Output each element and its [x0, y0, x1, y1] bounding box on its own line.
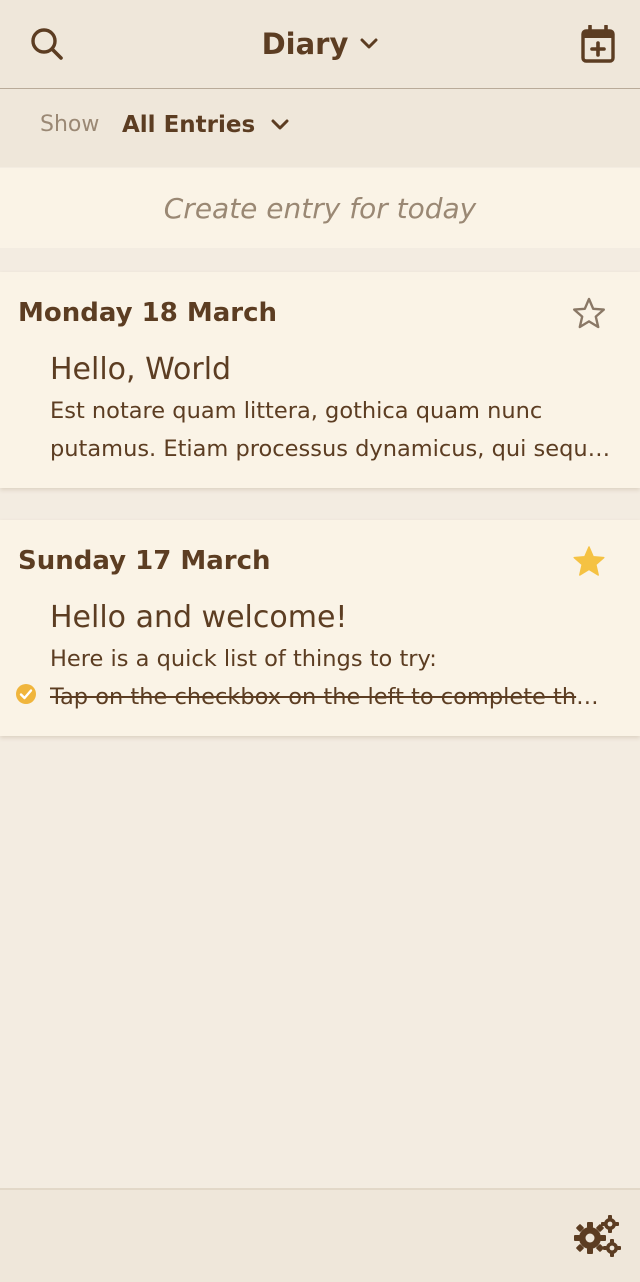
filter-value: All Entries — [122, 112, 256, 138]
star-filled-icon — [573, 546, 605, 576]
entry-text-line: putamus. Etiam processus dynamicus, qui … — [50, 436, 612, 462]
favorite-toggle[interactable] — [566, 540, 612, 582]
chevron-down-icon — [360, 38, 378, 50]
page-title: Diary — [261, 27, 349, 61]
entry-date: Sunday 17 March — [18, 546, 271, 576]
filter-bar: Show All Entries — [0, 89, 640, 167]
star-outline-icon — [573, 297, 605, 329]
calendar-add-icon — [581, 25, 615, 63]
entry-title: Hello and welcome! — [50, 600, 348, 635]
entry-text-line: Est notare quam littera, gothica quam nu… — [50, 398, 543, 424]
entry-title: Hello, World — [50, 352, 232, 387]
entries-filter-select[interactable]: All Entries — [122, 105, 289, 145]
search-icon — [31, 28, 63, 60]
bottom-bar — [0, 1188, 640, 1282]
chevron-down-icon — [271, 119, 289, 131]
create-entry-label: Create entry for today — [163, 191, 477, 225]
gears-icon — [574, 1215, 621, 1257]
entry-text-line: Here is a quick list of things to try: — [50, 646, 437, 672]
top-bar: Diary — [0, 0, 640, 89]
new-entry-date-button[interactable] — [570, 20, 626, 68]
settings-button[interactable] — [566, 1210, 626, 1260]
checklist-item-text: Tap on the checkbox on the left to compl… — [50, 684, 606, 710]
entry-date: Monday 18 March — [18, 298, 277, 328]
favorite-toggle[interactable] — [566, 292, 612, 334]
entry-card[interactable]: Sunday 17 March Hello and welcome! Here … — [0, 520, 640, 736]
filter-label: Show — [40, 112, 100, 137]
create-entry-button[interactable]: Create entry for today — [0, 168, 640, 248]
search-button[interactable] — [20, 20, 74, 68]
diary-selector[interactable]: Diary — [240, 20, 400, 68]
checkbox-checked-icon[interactable] — [15, 683, 37, 705]
entry-card[interactable]: Monday 18 March Hello, World Est notare … — [0, 272, 640, 488]
